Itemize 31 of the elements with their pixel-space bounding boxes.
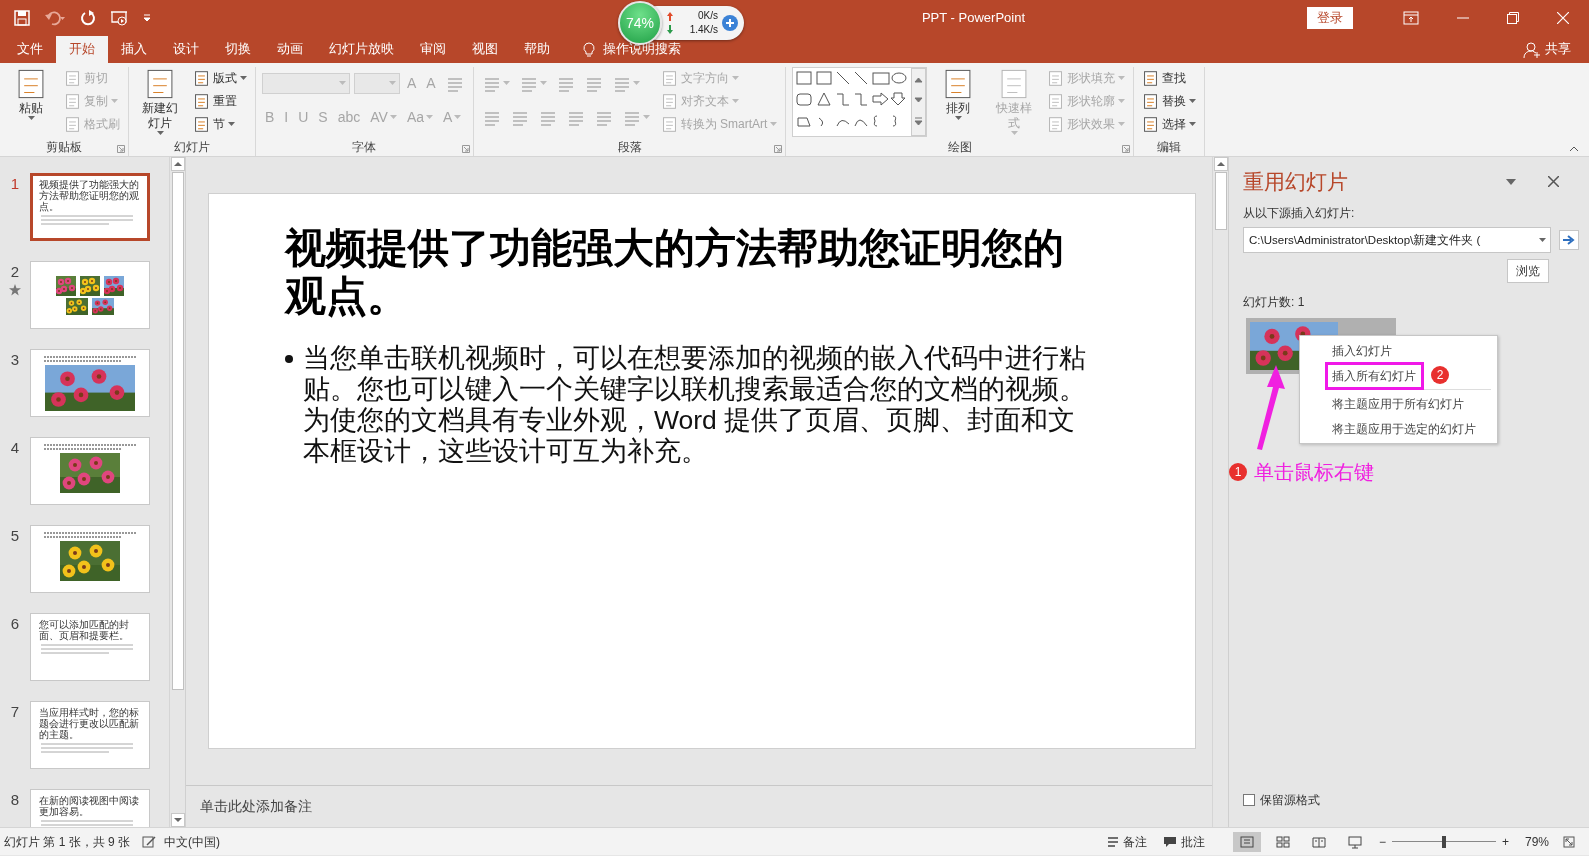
slide-number: 8	[10, 790, 20, 810]
thumbnail-title: 视频提供了功能强大的方法帮助您证明您的观点。	[39, 179, 140, 212]
window-title: PPT - PowerPoint	[921, 10, 1026, 26]
group-label: 段落	[617, 140, 642, 154]
annotation-text: 单击鼠标右键	[1254, 460, 1374, 485]
download-speed: 1.4K/s	[688, 23, 718, 37]
group-label: 剪贴板	[46, 140, 82, 154]
group-label: 编辑	[1157, 140, 1182, 154]
group-label: 幻灯片	[174, 140, 210, 154]
slide-number: 2	[10, 262, 20, 282]
group-label: 字体	[352, 140, 377, 154]
slide-number: 1	[10, 174, 20, 194]
slide-title: 视频提供了功能强大的方法帮助您证明您的观点。	[285, 224, 1065, 321]
group-label: 绘图	[947, 140, 972, 154]
bullet-text: 当您单击联机视频时，可以在想要添加的视频的嵌入代码中进行粘贴。您也可以键入一个关键字以联机搜索最适合您的文档的视频。为使您的文档具有专业外观，Word 提供了页眉、页脚、封面和文本框设计，这些设计可互为补充。	[303, 342, 1087, 467]
source-label: 从以下源插入幻灯片:	[1243, 205, 1356, 223]
slide-number: 7	[10, 702, 20, 722]
checkbox-label: 保留源格式	[1260, 792, 1320, 809]
slide-number: 4	[10, 438, 20, 458]
slide-info: 幻灯片 第 1 张，共 9 张	[4, 833, 131, 851]
slide-number: 6	[10, 614, 20, 634]
slide-number: 3	[10, 350, 20, 370]
pane-title: 重用幻灯片	[1243, 169, 1348, 195]
thumbnail-title: 当应用样式时，您的标题会进行更改以匹配新的主题。	[39, 707, 140, 740]
slide-number: 5	[10, 526, 20, 546]
step-badge: 1	[1229, 463, 1247, 481]
step-badge: 2	[1431, 365, 1449, 384]
thumbnail-title: 您可以添加匹配的封面、页眉和提要栏。	[39, 619, 130, 641]
thumbnail-title: 在新的阅读视图中阅读更加容易。	[39, 795, 140, 817]
upload-speed: 0K/s	[697, 9, 718, 23]
slide-count: 幻灯片数: 1	[1243, 294, 1306, 312]
